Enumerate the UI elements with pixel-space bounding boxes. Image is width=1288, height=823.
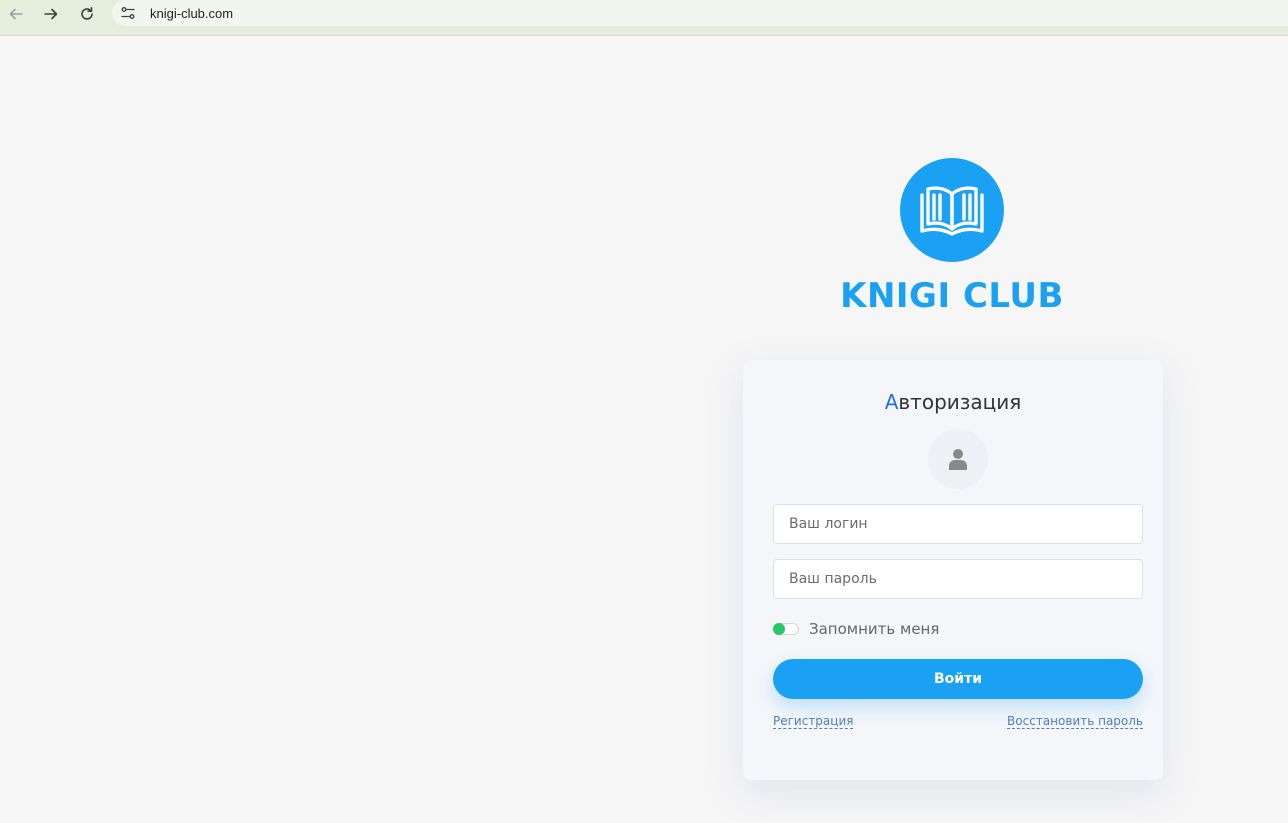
brand-name: KNIGI CLUB [840,276,1064,316]
login-title: Авторизация [743,390,1163,414]
password-input[interactable] [773,559,1143,599]
url-text[interactable]: knigi-club.com [150,6,233,21]
login-card: Авторизация Запомнить меня Войти Регистр… [743,360,1163,780]
back-arrow-icon [9,8,23,20]
user-icon [949,449,967,470]
site-settings-icon [121,7,135,19]
remember-me[interactable]: Запомнить меня [773,619,939,639]
register-link[interactable]: Регистрация [773,714,854,729]
logo-badge [900,158,1004,262]
browser-toolbar: knigi-club.com [0,0,1288,36]
reload-icon [81,7,93,20]
site-logo[interactable]: KNIGI CLUB [800,158,1104,318]
login-title-rest: вторизация [898,390,1022,414]
address-bar[interactable]: knigi-club.com [112,0,1288,26]
forward-arrow-icon [44,8,58,20]
remember-label[interactable]: Запомнить меня [809,620,939,638]
reload-button[interactable] [75,2,99,26]
login-title-accent: А [884,390,899,414]
back-button[interactable] [4,2,28,26]
restore-password-link[interactable]: Восстановить пароль [1007,714,1143,729]
login-button[interactable]: Войти [773,659,1143,699]
remember-toggle[interactable] [773,623,799,635]
toggle-knob [773,623,785,635]
open-book-icon [920,186,984,236]
site-settings-button[interactable] [116,1,140,25]
avatar [928,429,988,489]
login-input[interactable] [773,504,1143,544]
forward-button[interactable] [39,2,63,26]
